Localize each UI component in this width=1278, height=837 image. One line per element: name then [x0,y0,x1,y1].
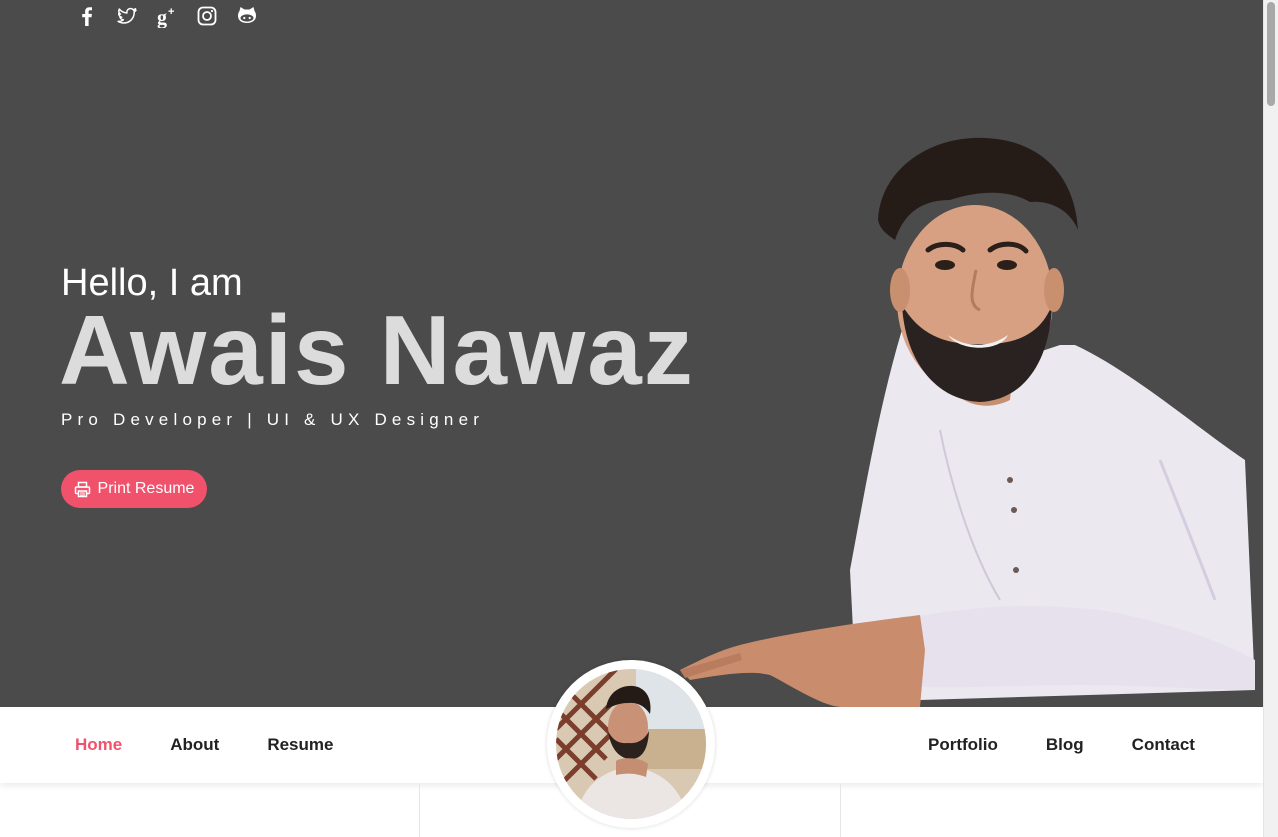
hero-portrait-image [680,137,1255,707]
hero-section: g + Hello, I am Awais Nawaz Pro Developer… [0,0,1263,707]
svg-text:+: + [168,6,174,18]
nav-right-group: Portfolio Blog Contact [928,707,1195,783]
twitter-icon[interactable] [112,4,142,28]
hero-name: Awais Nawaz [59,295,695,405]
avatar-logo[interactable] [547,660,715,828]
facebook-icon[interactable] [72,4,102,28]
print-resume-button[interactable]: Print Resume [61,470,207,508]
content-divider [840,784,841,837]
google-plus-icon[interactable]: g + [152,4,182,28]
social-links: g + [72,4,262,28]
nav-link-resume[interactable]: Resume [267,735,333,755]
nav-link-portfolio[interactable]: Portfolio [928,735,998,755]
instagram-icon[interactable] [192,4,222,28]
avatar [556,669,706,819]
svg-text:g: g [157,7,167,28]
printer-icon [74,481,90,497]
nav-link-about[interactable]: About [170,735,219,755]
print-resume-label: Print Resume [97,480,195,497]
scrollbar-thumb[interactable] [1267,2,1275,106]
page: g + Hello, I am Awais Nawaz Pro Developer… [0,0,1263,837]
github-icon[interactable] [232,4,262,28]
hero-tagline: Pro Developer | UI & UX Designer [61,410,485,429]
content-divider [419,784,420,837]
nav-link-home[interactable]: Home [75,735,122,755]
nav-left-group: Home About Resume [75,707,333,783]
nav-link-contact[interactable]: Contact [1132,735,1195,755]
nav-link-blog[interactable]: Blog [1046,735,1084,755]
page-scrollbar[interactable] [1263,0,1278,837]
